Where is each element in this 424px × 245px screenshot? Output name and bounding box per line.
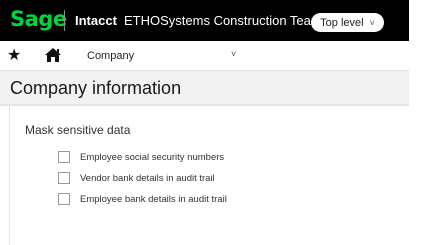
top-bar: Sage Intacct ETHOSystems Construction Te…	[0, 0, 409, 41]
mask-sensitive-data-panel: Mask sensitive data Employee social secu…	[9, 106, 410, 245]
vendor-bank-checkbox[interactable]	[58, 172, 70, 184]
nav-bar: ★ Company ˅	[0, 41, 409, 71]
section-title: Mask sensitive data	[25, 123, 131, 137]
option-employee-ssn[interactable]: Employee social security numbers	[58, 151, 224, 163]
company-name: ETHOSystems Construction Team	[124, 13, 322, 28]
employee-bank-label: Employee bank details in audit trail	[80, 193, 227, 205]
level-selector-button[interactable]: Top level ˅	[311, 13, 384, 32]
level-selector-label: Top level	[320, 16, 364, 29]
employee-bank-checkbox[interactable]	[58, 193, 70, 205]
sage-logo[interactable]: Sage	[10, 7, 67, 31]
page-title: Company information	[10, 78, 182, 98]
logo-divider	[64, 10, 65, 31]
employee-ssn-label: Employee social security numbers	[80, 151, 225, 163]
company-menu[interactable]: Company	[87, 50, 134, 62]
scrollbar[interactable]	[409, 0, 424, 245]
employee-ssn-checkbox[interactable]	[58, 151, 70, 163]
option-vendor-bank[interactable]: Vendor bank details in audit trail	[58, 172, 215, 184]
star-icon[interactable]: ★	[7, 45, 21, 65]
option-employee-bank[interactable]: Employee bank details in audit trail	[58, 193, 227, 205]
chevron-down-icon: ˅	[369, 17, 375, 28]
chevron-down-icon[interactable]: ˅	[231, 49, 236, 59]
vendor-bank-label: Vendor bank details in audit trail	[80, 172, 215, 184]
title-bar: Company information	[0, 71, 409, 106]
product-name: Intacct	[75, 13, 117, 28]
home-icon[interactable]	[44, 47, 62, 68]
